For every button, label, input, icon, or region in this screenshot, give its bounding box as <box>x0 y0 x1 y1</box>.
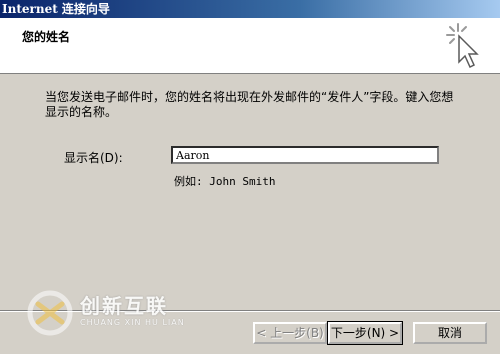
back-button[interactable]: < 上一步(B) <box>253 322 327 344</box>
wizard-cursor-icon <box>446 23 479 69</box>
page-title: 您的姓名 <box>22 30 71 44</box>
window-title: Internet 连接向导 <box>0 0 500 18</box>
wizard-header: 您的姓名 <box>0 18 500 74</box>
intro-text: 当您发送电子邮件时，您的姓名将出现在外发邮件的“发件人”字段。键入您想显示的名称… <box>45 90 454 119</box>
display-name-input[interactable] <box>171 146 439 164</box>
example-text: 例如: John Smith <box>174 175 276 188</box>
next-button[interactable]: 下一步(N) > <box>327 321 403 345</box>
display-name-label: 显示名(D): <box>64 151 123 165</box>
cancel-button[interactable]: 取消 <box>413 322 487 344</box>
chuangxin-logo-icon <box>27 290 73 336</box>
watermark-subtitle: CHUANG XIN HU LIAN <box>80 318 185 327</box>
watermark-name: 创新互联 <box>80 294 168 318</box>
